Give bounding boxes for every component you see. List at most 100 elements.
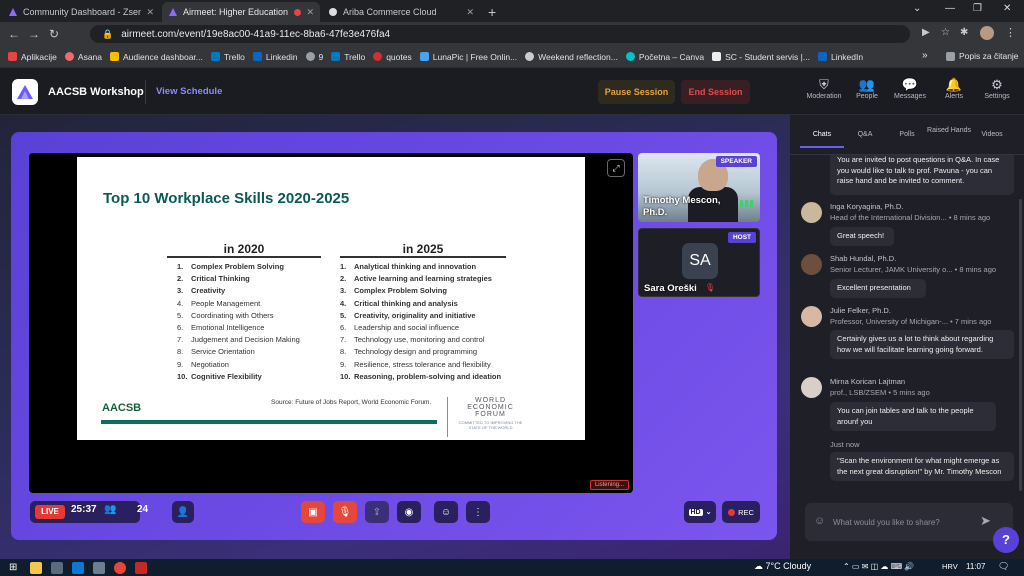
close-tab-icon[interactable]: ✕ xyxy=(306,7,314,18)
chat-scrollbar[interactable] xyxy=(1019,199,1022,491)
skill-item: 3. Complex Problem Solving xyxy=(340,286,447,296)
bookmark-item[interactable]: LunaPic | Free Onlin... xyxy=(419,52,517,62)
messages-button[interactable]: 💬 Messages xyxy=(888,77,932,100)
reading-list-icon xyxy=(946,51,955,61)
bookmark-star-icon[interactable]: ☆ xyxy=(941,27,950,38)
bookmark-item[interactable]: 9 xyxy=(305,52,323,62)
bookmark-item[interactable]: Asana xyxy=(64,52,102,62)
outlook-icon[interactable] xyxy=(72,561,84,574)
browser-tab-active[interactable]: Airmeet: Higher Education Ir ✕ xyxy=(162,2,320,22)
bookmark-item[interactable]: Audience dashboar... xyxy=(110,52,203,62)
bookmark-item[interactable]: Trello xyxy=(210,52,245,62)
chat-message: "Scan the environment for what might eme… xyxy=(830,452,1014,481)
community-favicon-icon xyxy=(8,7,18,17)
tray-icons[interactable]: ⌃ ▭ ✉ ◫ ☁ ⌨ 🔊 xyxy=(843,562,914,571)
host-name: Sara Oreški xyxy=(644,283,697,294)
maximize-icon[interactable]: ❐ xyxy=(973,3,982,14)
new-tab-button[interactable]: + xyxy=(488,2,496,22)
url-bar[interactable]: 🔒 airmeet.com/event/19e8ac00-41a9-11ec-8… xyxy=(90,25,910,43)
forward-icon[interactable]: → xyxy=(24,27,44,41)
taskbar-app-icon[interactable] xyxy=(93,561,105,574)
taskbar-app-icon[interactable] xyxy=(51,561,63,574)
bookmark-item[interactable]: quotes xyxy=(373,52,412,62)
bell-icon: 🔔 xyxy=(945,77,963,92)
bookmark-item[interactable]: Aplikacije xyxy=(8,52,57,62)
bookmark-item[interactable]: SC - Student servis |... xyxy=(712,52,810,62)
tab-videos[interactable]: Videos xyxy=(970,131,1014,138)
browser-tab[interactable]: Ariba Commerce Cloud ✕ xyxy=(322,2,480,22)
screenshare-video[interactable]: Top 10 Workplace Skills 2020-2025 in 202… xyxy=(29,153,633,493)
tab-search-icon[interactable]: ⌄ xyxy=(913,3,921,14)
reactions-button[interactable]: ☺ xyxy=(434,501,458,523)
send-icon[interactable]: ➤ xyxy=(980,513,991,529)
view-button[interactable]: ◉ xyxy=(397,501,421,523)
record-button[interactable]: REC xyxy=(722,501,760,523)
ariba-favicon-icon xyxy=(328,7,338,17)
quality-selector[interactable]: HD ⌄ xyxy=(684,501,716,523)
chat-feed[interactable]: You are invited to post questions in Q&A… xyxy=(790,155,1024,495)
reading-list[interactable]: Popis za čitanje xyxy=(946,51,1019,61)
file-explorer-icon[interactable] xyxy=(30,561,42,574)
bookmark-item[interactable]: Weekend reflection... xyxy=(525,52,618,62)
menu-dots-icon[interactable]: ⋮ xyxy=(1005,26,1016,39)
moderation-button[interactable]: ⛨ Moderation xyxy=(802,77,846,100)
close-window-icon[interactable]: ✕ xyxy=(1003,3,1011,14)
system-clock[interactable]: 11:07 xyxy=(966,562,985,571)
fullscreen-icon[interactable]: ⤢ xyxy=(607,159,625,177)
bookmark-item[interactable]: LinkedIn xyxy=(817,52,863,62)
view-schedule-link[interactable]: View Schedule xyxy=(145,80,222,104)
pause-session-button[interactable]: Pause Session xyxy=(598,80,675,104)
profile-avatar[interactable] xyxy=(980,26,994,40)
help-button[interactable]: ? xyxy=(993,527,1019,553)
settings-button[interactable]: ⚙ Settings xyxy=(975,77,1019,100)
alerts-button[interactable]: 🔔 Alerts xyxy=(932,77,976,100)
back-icon[interactable]: ← xyxy=(4,27,24,41)
bookmark-item[interactable]: Linkedin xyxy=(252,52,298,62)
share-screen-button[interactable]: ⇪ xyxy=(365,501,389,523)
message-meta: Senior Lecturer, JAMK University o... • … xyxy=(830,265,997,274)
tab-raised-hands[interactable]: Raised Hands xyxy=(927,127,971,134)
speaker-video-tile[interactable]: SPEAKER Timothy Mescon, Ph.D. ▮▮▮ xyxy=(638,153,760,222)
weather-widget[interactable]: ☁ 7°C Cloudy xyxy=(754,561,811,572)
backstage-button[interactable]: 👤 xyxy=(172,501,194,523)
host-video-tile[interactable]: HOST SA Sara Oreški 🎙 xyxy=(638,228,760,297)
slide-title: Top 10 Workplace Skills 2020-2025 xyxy=(103,190,350,207)
skill-item: 7. Technology use, monitoring and control xyxy=(340,335,485,345)
language-indicator[interactable]: HRV xyxy=(942,562,958,571)
reload-icon[interactable]: ↻ xyxy=(44,27,64,41)
camera-toggle-button[interactable]: ▣ xyxy=(301,501,325,523)
skills-2020-list: 1. Complex Problem Solving 2. Critical Thin… xyxy=(177,261,300,383)
tab-polls[interactable]: Polls xyxy=(885,131,929,138)
message-author: Mirna Korican Lajtman xyxy=(830,377,906,386)
close-tab-icon[interactable]: ✕ xyxy=(146,7,154,18)
tab-title: Ariba Commerce Cloud xyxy=(343,7,437,17)
eye-icon: ◉ xyxy=(404,506,414,518)
col-2025-heading: in 2025 xyxy=(340,242,506,258)
asana-icon xyxy=(64,52,74,61)
airmeet-favicon-icon xyxy=(168,7,178,17)
bookmark-item[interactable]: Trello xyxy=(331,52,365,62)
windows-start-icon[interactable]: ⊞ xyxy=(9,562,21,574)
acrobat-icon[interactable] xyxy=(135,561,147,574)
host-badge: HOST xyxy=(727,232,756,243)
close-tab-icon[interactable]: ✕ xyxy=(466,7,474,18)
bookmarks-more-icon[interactable]: » xyxy=(922,50,928,61)
tab-chats[interactable]: Chats xyxy=(800,131,844,148)
end-session-button[interactable]: End Session xyxy=(681,80,750,104)
people-button[interactable]: 👥 People xyxy=(845,77,889,100)
mic-toggle-button[interactable]: 🎙 xyxy=(333,501,357,523)
bookmark-item[interactable]: Početna – Canva xyxy=(625,52,704,62)
notifications-icon[interactable]: 🗨 xyxy=(998,561,1009,572)
host-avatar: SA xyxy=(682,243,718,279)
more-options-button[interactable]: ⋮ xyxy=(466,501,490,523)
tab-qa[interactable]: Q&A xyxy=(843,131,887,138)
people-icon: 👥 xyxy=(858,77,876,92)
camera-icon[interactable]: ▶ xyxy=(922,27,930,38)
extensions-icon[interactable]: ✱ xyxy=(960,27,968,38)
chrome-icon[interactable] xyxy=(114,561,126,574)
browser-tab[interactable]: Community Dashboard - Zsema ✕ xyxy=(2,2,160,22)
emoji-icon[interactable]: ☺ xyxy=(814,515,825,527)
skill-item: 4. People Management xyxy=(177,298,261,308)
minimize-icon[interactable]: — xyxy=(945,3,955,14)
recording-dot-icon xyxy=(294,8,302,16)
